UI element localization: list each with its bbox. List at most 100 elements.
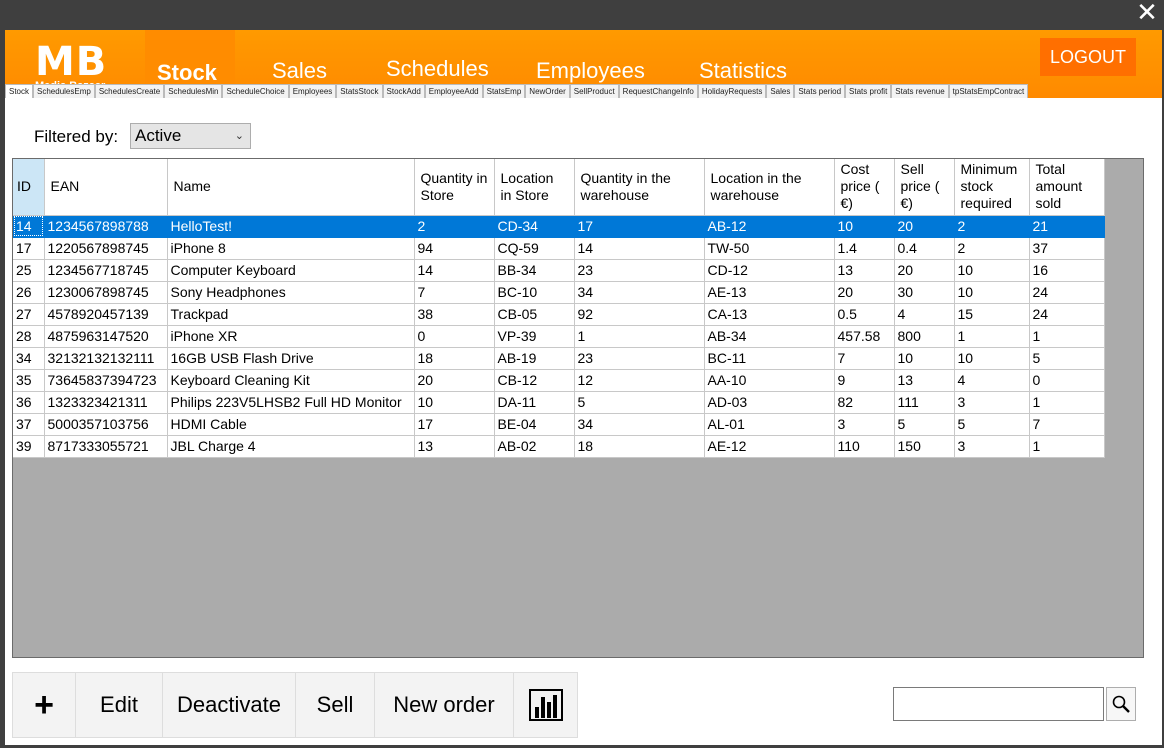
header-sell-price[interactable]: Sell price ( €) <box>894 159 955 216</box>
cell-qty-warehouse[interactable]: 12 <box>574 369 705 392</box>
cell-name[interactable]: JBL Charge 4 <box>167 435 415 458</box>
cell-loc-warehouse[interactable]: AE-12 <box>704 435 835 458</box>
nav-stock[interactable]: Stock <box>157 60 217 86</box>
table-row[interactable]: 17 1220567898745 iPhone 8 94 CQ-59 14 TW-50 1.4… <box>13 237 1105 260</box>
cell-qty-warehouse[interactable]: 23 <box>574 347 705 370</box>
cell-cost-price[interactable]: 20 <box>834 281 895 304</box>
cell-ean[interactable]: 4875963147520 <box>44 325 168 348</box>
cell-ean[interactable]: 73645837394723 <box>44 369 168 392</box>
stock-table[interactable]: ID EAN Name Quantity in Store Location i… <box>12 158 1144 658</box>
cell-qty-store[interactable]: 20 <box>414 369 495 392</box>
cell-min-stock[interactable]: 3 <box>954 435 1030 458</box>
cell-id[interactable]: 27 <box>13 303 45 326</box>
cell-sell-price[interactable]: 10 <box>894 347 955 370</box>
tab-new-order[interactable]: NewOrder <box>525 84 570 98</box>
tab-stock-add[interactable]: StockAdd <box>382 84 425 98</box>
cell-total-sold[interactable]: 1 <box>1029 435 1105 458</box>
cell-total-sold[interactable]: 24 <box>1029 281 1105 304</box>
tab-holiday-requests[interactable]: HolidayRequests <box>697 84 767 98</box>
cell-qty-warehouse[interactable]: 1 <box>574 325 705 348</box>
cell-loc-warehouse[interactable]: TW-50 <box>704 237 835 260</box>
cell-sell-price[interactable]: 800 <box>894 325 955 348</box>
cell-name[interactable]: Sony Headphones <box>167 281 415 304</box>
cell-id[interactable]: 39 <box>13 435 45 458</box>
cell-id[interactable]: 17 <box>13 237 45 260</box>
cell-id[interactable]: 37 <box>13 413 45 436</box>
cell-qty-store[interactable]: 7 <box>414 281 495 304</box>
cell-qty-store[interactable]: 94 <box>414 237 495 260</box>
cell-sell-price[interactable]: 20 <box>894 259 955 282</box>
tab-request-change-info[interactable]: RequestChangeInfo <box>618 84 698 98</box>
cell-id[interactable]: 34 <box>13 347 45 370</box>
table-row[interactable]: 35 73645837394723 Keyboard Cleaning Kit 20 C… <box>13 369 1105 392</box>
cell-total-sold[interactable]: 0 <box>1029 369 1105 392</box>
cell-sell-price[interactable]: 150 <box>894 435 955 458</box>
cell-cost-price[interactable]: 0.5 <box>834 303 895 326</box>
table-row[interactable]: 36 1323323421311 Philips 223V5LHSB2 Full H… <box>13 391 1105 414</box>
header-cost-price[interactable]: Cost price ( €) <box>834 159 895 216</box>
cell-loc-store[interactable]: BC-10 <box>494 281 575 304</box>
cell-total-sold[interactable]: 5 <box>1029 347 1105 370</box>
cell-sell-price[interactable]: 4 <box>894 303 955 326</box>
cell-ean[interactable]: 1234567898788 <box>44 215 168 238</box>
cell-cost-price[interactable]: 457.58 <box>834 325 895 348</box>
nav-schedules[interactable]: Schedules <box>386 56 489 82</box>
tab-employees[interactable]: Employees <box>288 84 337 98</box>
cell-loc-warehouse[interactable]: BC-11 <box>704 347 835 370</box>
header-qty-warehouse[interactable]: Quantity in the warehouse <box>574 159 705 216</box>
cell-sell-price[interactable]: 5 <box>894 413 955 436</box>
cell-qty-warehouse[interactable]: 5 <box>574 391 705 414</box>
cell-name[interactable]: Keyboard Cleaning Kit <box>167 369 415 392</box>
cell-loc-warehouse[interactable]: CD-12 <box>704 259 835 282</box>
cell-sell-price[interactable]: 13 <box>894 369 955 392</box>
cell-min-stock[interactable]: 10 <box>954 259 1030 282</box>
nav-statistics[interactable]: Statistics <box>699 58 787 84</box>
cell-loc-store[interactable]: CB-12 <box>494 369 575 392</box>
table-row[interactable]: 28 4875963147520 iPhone XR 0 VP-39 1 AB-34 457.… <box>13 325 1105 348</box>
cell-ean[interactable]: 1220567898745 <box>44 237 168 260</box>
cell-loc-warehouse[interactable]: AE-13 <box>704 281 835 304</box>
cell-loc-store[interactable]: CD-34 <box>494 215 575 238</box>
cell-cost-price[interactable]: 13 <box>834 259 895 282</box>
tab-schedules-create[interactable]: SchedulesCreate <box>94 84 165 98</box>
cell-min-stock[interactable]: 3 <box>954 391 1030 414</box>
cell-name[interactable]: Philips 223V5LHSB2 Full HD Monitor <box>167 391 415 414</box>
cell-min-stock[interactable]: 10 <box>954 281 1030 304</box>
cell-sell-price[interactable]: 20 <box>894 215 955 238</box>
cell-total-sold[interactable]: 21 <box>1029 215 1105 238</box>
cell-qty-warehouse[interactable]: 14 <box>574 237 705 260</box>
cell-loc-warehouse[interactable]: AL-01 <box>704 413 835 436</box>
cell-cost-price[interactable]: 110 <box>834 435 895 458</box>
header-total-sold[interactable]: Total amount sold <box>1029 159 1105 216</box>
deactivate-button[interactable]: Deactivate <box>163 673 296 737</box>
cell-total-sold[interactable]: 37 <box>1029 237 1105 260</box>
nav-employees[interactable]: Employees <box>536 58 645 84</box>
cell-cost-price[interactable]: 3 <box>834 413 895 436</box>
cell-min-stock[interactable]: 2 <box>954 215 1030 238</box>
cell-id[interactable]: 36 <box>13 391 45 414</box>
cell-ean[interactable]: 8717333055721 <box>44 435 168 458</box>
cell-ean[interactable]: 1234567718745 <box>44 259 168 282</box>
table-row[interactable]: 14 1234567898788 HelloTest! 2 CD-34 17 AB-12 10… <box>13 215 1105 238</box>
tab-stats-profit[interactable]: Stats profit <box>845 84 892 98</box>
cell-id[interactable]: 14 <box>13 215 45 238</box>
cell-loc-warehouse[interactable]: AA-10 <box>704 369 835 392</box>
statistics-button[interactable] <box>514 673 577 737</box>
cell-qty-warehouse[interactable]: 34 <box>574 413 705 436</box>
cell-loc-store[interactable]: AB-02 <box>494 435 575 458</box>
cell-min-stock[interactable]: 4 <box>954 369 1030 392</box>
table-row[interactable]: 27 4578920457139 Trackpad 38 CB-05 92 CA-13 0.5… <box>13 303 1105 326</box>
cell-min-stock[interactable]: 10 <box>954 347 1030 370</box>
cell-loc-store[interactable]: BE-04 <box>494 413 575 436</box>
edit-button[interactable]: Edit <box>76 673 163 737</box>
cell-total-sold[interactable]: 1 <box>1029 391 1105 414</box>
cell-name[interactable]: iPhone 8 <box>167 237 415 260</box>
cell-total-sold[interactable]: 24 <box>1029 303 1105 326</box>
cell-id[interactable]: 28 <box>13 325 45 348</box>
cell-loc-store[interactable]: DA-11 <box>494 391 575 414</box>
table-row[interactable]: 26 1230067898745 Sony Headphones 7 BC-10 34 AE… <box>13 281 1105 304</box>
table-row[interactable]: 34 32132132132111 16GB USB Flash Drive 18 AB… <box>13 347 1105 370</box>
cell-cost-price[interactable]: 7 <box>834 347 895 370</box>
header-ean[interactable]: EAN <box>44 159 168 216</box>
cell-id[interactable]: 25 <box>13 259 45 282</box>
